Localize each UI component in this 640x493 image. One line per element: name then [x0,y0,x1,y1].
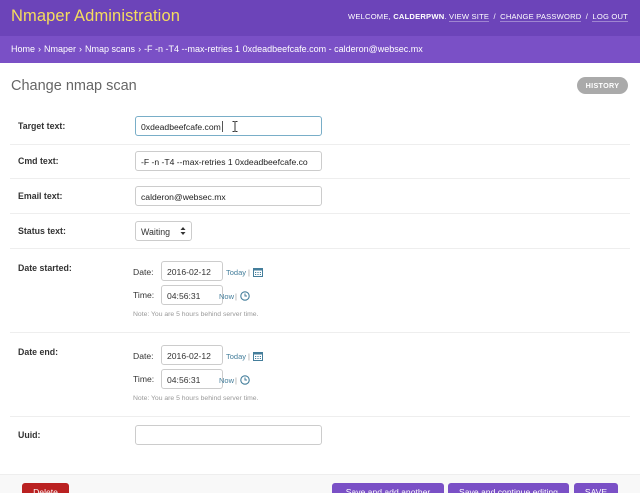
date-started-today-link[interactable]: Today [226,268,246,277]
view-site-link[interactable]: VIEW SITE [449,12,490,22]
target-label: Target text: [18,121,66,131]
date-started-date-value: 2016-02-12 [167,267,211,277]
shortcut-separator: | [248,352,250,361]
breadcrumb-home[interactable]: Home [11,44,35,54]
save-add-another-button[interactable]: Save and add another [332,483,444,493]
form-row-date-end: Date end: Date: 2016-02-12 Today | Time:… [10,333,630,417]
date-started-date-input[interactable]: 2016-02-12 [161,261,223,281]
date-started-label: Date started: [18,263,72,273]
date-started-time-input[interactable]: 04:56:31 [161,285,223,305]
site-branding[interactable]: Nmaper Administration [11,7,180,26]
welcome-suffix: . [444,12,447,21]
date-end-date-value: 2016-02-12 [167,351,211,361]
breadcrumb-arrow: › [138,44,142,54]
form-row-status: Status text: Waiting [10,214,630,249]
welcome-prefix: WELCOME, [347,12,394,21]
separator: / [585,12,589,21]
date-started-timezone-note: Note: You are 5 hours behind server time… [133,311,259,318]
form-row-target: Target text: 0xdeadbeefcafe.com [10,109,630,145]
breadcrumb-arrow: › [38,44,42,54]
date-end-today-link[interactable]: Today [226,352,246,361]
shortcut-separator: | [248,268,250,277]
uuid-label: Uuid: [18,430,41,440]
email-value: calderon@websec.mx [141,192,226,202]
header: Nmaper Administration WELCOME, CALDERPWN… [0,0,640,36]
email-label: Email text: [18,191,63,201]
cmd-input[interactable]: -F -n -T4 --max-retries 1 0xdeadbeefcafe… [135,151,322,171]
date-end-time-label: Time: [133,374,155,384]
form-row-uuid: Uuid: [10,417,630,453]
page-title: Change nmap scan [11,78,137,94]
target-input[interactable]: 0xdeadbeefcafe.com [135,116,322,136]
cmd-value: -F -n -T4 --max-retries 1 0xdeadbeefcafe… [141,157,308,167]
status-selected-value: Waiting [141,227,171,237]
email-input[interactable]: calderon@websec.mx [135,186,322,206]
date-end-date-label: Date: [133,351,154,361]
cmd-label: Cmd text: [18,156,59,166]
status-select[interactable]: Waiting [135,221,192,241]
shortcut-separator: | [235,376,237,385]
clock-icon[interactable] [240,291,250,301]
breadcrumb-current: -F -n -T4 --max-retries 1 0xdeadbeefcafe… [144,44,423,54]
date-started-time-label: Time: [133,290,155,300]
breadcrumb-model[interactable]: Nmap scans [85,44,135,54]
date-end-timezone-note: Note: You are 5 hours behind server time… [133,395,259,402]
submit-row: Delete Save and add another Save and con… [0,474,640,493]
date-started-time-value: 04:56:31 [167,291,201,301]
date-started-date-label: Date: [133,267,154,277]
form-row-date-started: Date started: Date: 2016-02-12 Today | T… [10,249,630,333]
date-started-now-link[interactable]: Now [219,292,234,301]
username: CALDERPWN [393,12,445,21]
log-out-link[interactable]: LOG OUT [592,12,628,22]
user-tools: WELCOME, CALDERPWN. VIEW SITE / CHANGE P… [347,12,628,22]
change-password-link[interactable]: CHANGE PASSWORD [500,12,582,22]
chevron-up-down-icon [180,226,186,237]
calendar-icon[interactable] [253,267,263,277]
delete-button[interactable]: Delete [22,483,69,493]
calendar-icon[interactable] [253,351,263,361]
date-end-date-input[interactable]: 2016-02-12 [161,345,223,365]
history-button[interactable]: HISTORY [577,77,628,94]
form-row-email: Email text: calderon@websec.mx [10,179,630,214]
clock-icon[interactable] [240,375,250,385]
shortcut-separator: | [235,292,237,301]
save-continue-button[interactable]: Save and continue editing [448,483,569,493]
breadcrumb-arrow: › [79,44,83,54]
separator: / [493,12,496,21]
form-row-cmd: Cmd text: -F -n -T4 --max-retries 1 0xde… [10,145,630,179]
date-end-label: Date end: [18,347,59,357]
target-value: 0xdeadbeefcafe.com [141,122,221,132]
date-end-time-value: 04:56:31 [167,375,201,385]
status-label: Status text: [18,226,66,236]
save-button[interactable]: SAVE [574,483,618,493]
breadcrumb-app[interactable]: Nmaper [44,44,76,54]
date-end-time-input[interactable]: 04:56:31 [161,369,223,389]
uuid-input[interactable] [135,425,322,445]
text-caret [222,121,223,132]
text-cursor-icon [232,121,238,135]
date-end-now-link[interactable]: Now [219,376,234,385]
breadcrumb: Home › Nmaper › Nmap scans › -F -n -T4 --max-r… [0,36,640,63]
